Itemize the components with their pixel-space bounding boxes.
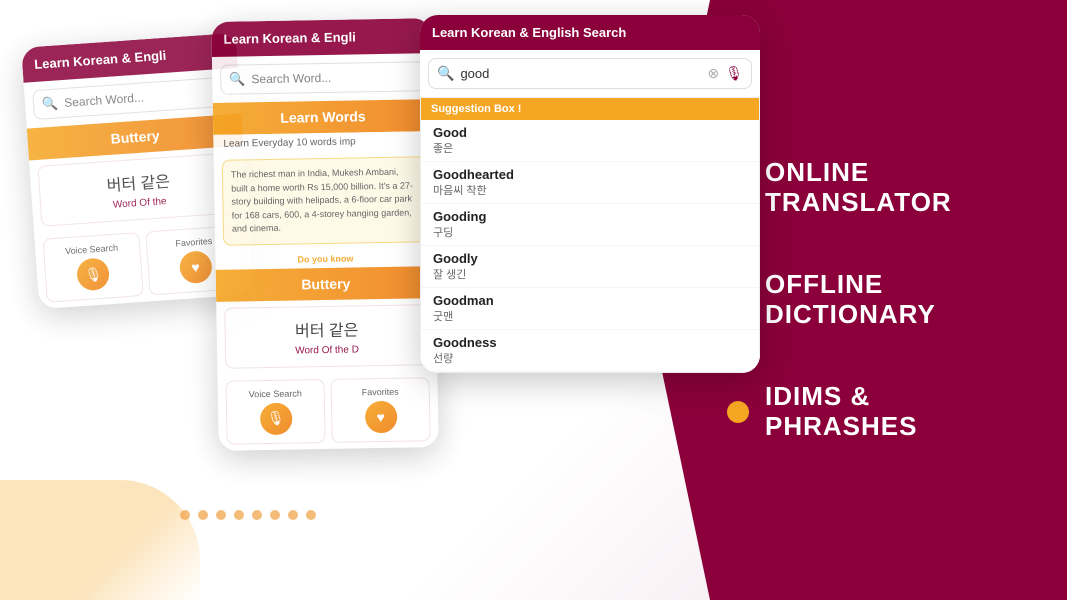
card1-word-card: 버터 같은 Word Of the xyxy=(37,152,240,227)
suggestion-en-6: Goodness xyxy=(433,335,747,350)
phone-card-2: Learn Korean & Engli 🔍 Learn Words Learn… xyxy=(211,18,438,450)
suggestion-header: Suggestion Box ! xyxy=(421,98,759,120)
suggestion-en-4: Goodly xyxy=(433,251,747,266)
suggestion-en-1: Good xyxy=(433,125,747,140)
card2-favorites-label: Favorites xyxy=(336,386,425,398)
suggestion-ko-1: 좋은 xyxy=(433,140,747,156)
card2-heart-icon: ♥ xyxy=(364,400,397,433)
card1-search-input[interactable] xyxy=(64,85,223,110)
card1-voice-btn[interactable]: Voice Search 🎙 xyxy=(42,232,143,303)
card1-search[interactable]: 🔍 xyxy=(32,76,233,120)
card1-heart-icon: ♥ xyxy=(179,250,213,284)
suggestion-item-4[interactable]: Goodly 잘 생긴 xyxy=(421,246,759,288)
card3-header: Learn Korean & English Search xyxy=(420,15,760,50)
suggestion-item-1[interactable]: Good 좋은 xyxy=(421,120,759,162)
card2-voice-label: Voice Search xyxy=(231,388,320,400)
card2-word-card: 버터 같은 Word Of the D xyxy=(224,304,429,369)
feature-label-3: IDIMS &PHRASHES xyxy=(765,382,917,442)
card2-voice-btn[interactable]: Voice Search 🎙 xyxy=(226,379,326,445)
card2-voice-icon: 🎙 xyxy=(259,402,292,435)
suggestion-item-3[interactable]: Gooding 구딩 xyxy=(421,204,759,246)
suggestion-item-5[interactable]: Goodman 굿맨 xyxy=(421,288,759,330)
suggestion-dropdown: Suggestion Box ! Good 좋은 Goodhearted 마음씨… xyxy=(420,97,760,373)
card1-voice-label: Voice Search xyxy=(48,241,135,257)
suggestion-item-6[interactable]: Goodness 선량 xyxy=(421,330,759,372)
card3-mic-icon[interactable]: 🎙 xyxy=(725,65,743,82)
card2-header: Learn Korean & Engli xyxy=(211,18,432,57)
card1-header: Learn Korean & Engli xyxy=(21,33,238,83)
card2-search[interactable]: 🔍 xyxy=(220,61,424,95)
card2-section-banner-2: Buttery xyxy=(216,266,437,302)
suggestion-ko-6: 선량 xyxy=(433,350,747,366)
search-icon: 🔍 xyxy=(42,95,59,112)
suggestion-ko-5: 굿맨 xyxy=(433,308,747,324)
card2-search-icon: 🔍 xyxy=(229,71,245,87)
feature-label-2: OFFLINEDICTIONARY xyxy=(765,270,936,330)
suggestion-ko-2: 마음씨 착한 xyxy=(433,182,747,198)
suggestion-ko-3: 구딩 xyxy=(433,224,747,240)
suggestion-en-3: Gooding xyxy=(433,209,747,224)
card2-buttons: Voice Search 🎙 Favorites ♥ xyxy=(217,371,438,451)
card3-clear-icon[interactable]: ⊗ xyxy=(707,65,719,82)
feature-online-translator: ONLINETRANSLATOR xyxy=(727,158,952,218)
card2-story: The richest man in India, Mukesh Ambani,… xyxy=(222,156,427,245)
phones-area: Learn Korean & Engli 🔍 Buttery 버터 같은 Wor… xyxy=(30,10,750,600)
card3-search-icon: 🔍 xyxy=(437,65,454,82)
feature-label-1: ONLINETRANSLATOR xyxy=(765,158,952,218)
feature-idioms: IDIMS &PHRASHES xyxy=(727,382,917,442)
card3-search-bar[interactable]: 🔍 good ⊗ 🎙 xyxy=(428,58,752,89)
suggestion-en-5: Goodman xyxy=(433,293,747,308)
phone-card-3: Learn Korean & English Search 🔍 good ⊗ 🎙… xyxy=(420,15,760,373)
suggestion-en-2: Goodhearted xyxy=(433,167,747,182)
card2-section-banner: Learn Words xyxy=(213,99,434,135)
card2-korean-word: 버터 같은 xyxy=(235,315,417,342)
card2-word-label: Word Of the D xyxy=(236,343,418,357)
card1-voice-icon: 🎙 xyxy=(76,257,110,291)
suggestion-item-2[interactable]: Goodhearted 마음씨 착한 xyxy=(421,162,759,204)
card3-search-value: good xyxy=(460,66,701,81)
card2-search-input[interactable] xyxy=(251,69,415,86)
suggestion-ko-4: 잘 생긴 xyxy=(433,266,747,282)
card2-favorites-btn[interactable]: Favorites ♥ xyxy=(331,377,431,443)
card2-section-sub: Learn Everyday 10 words imp xyxy=(213,131,433,154)
